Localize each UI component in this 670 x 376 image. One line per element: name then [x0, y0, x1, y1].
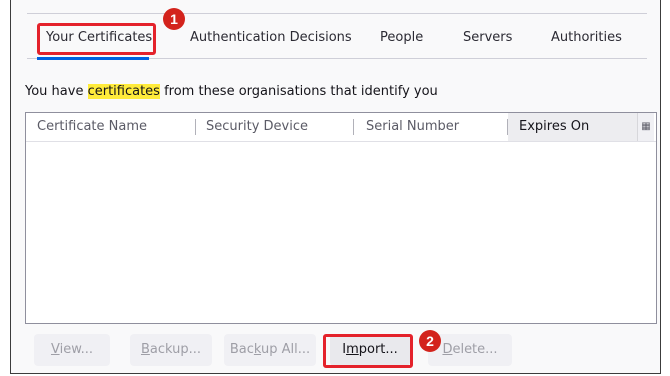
highlighted-word: certificates — [87, 84, 160, 99]
column-picker-icon[interactable]: ▦ — [637, 113, 654, 141]
view-button[interactable]: View... — [34, 334, 110, 366]
column-separator[interactable] — [195, 119, 196, 135]
tab-authorities[interactable]: Authorities — [551, 14, 622, 58]
intro-text: You have certificates from these organis… — [25, 84, 438, 99]
column-header-expires-on[interactable]: Expires On — [508, 113, 638, 141]
table-header: Certificate Name Security Device Serial … — [26, 113, 656, 142]
backup-all-button[interactable]: Backup All... — [224, 334, 316, 366]
step-badge-2: 2 — [419, 330, 441, 352]
callout-box-import — [323, 334, 413, 368]
selected-tab-indicator — [37, 57, 149, 60]
column-header-serial-number[interactable]: Serial Number — [366, 113, 459, 141]
step-badge-1: 1 — [163, 8, 185, 30]
tab-servers[interactable]: Servers — [463, 14, 512, 58]
backup-button[interactable]: Backup... — [130, 334, 212, 366]
certificates-table: Certificate Name Security Device Serial … — [25, 112, 657, 324]
tab-authentication-decisions[interactable]: Authentication Decisions — [190, 14, 352, 58]
tab-people[interactable]: People — [380, 14, 423, 58]
column-separator[interactable] — [353, 119, 354, 135]
column-header-certificate-name[interactable]: Certificate Name — [37, 113, 147, 141]
column-header-security-device[interactable]: Security Device — [206, 113, 308, 141]
callout-box-your-certificates — [37, 23, 156, 55]
